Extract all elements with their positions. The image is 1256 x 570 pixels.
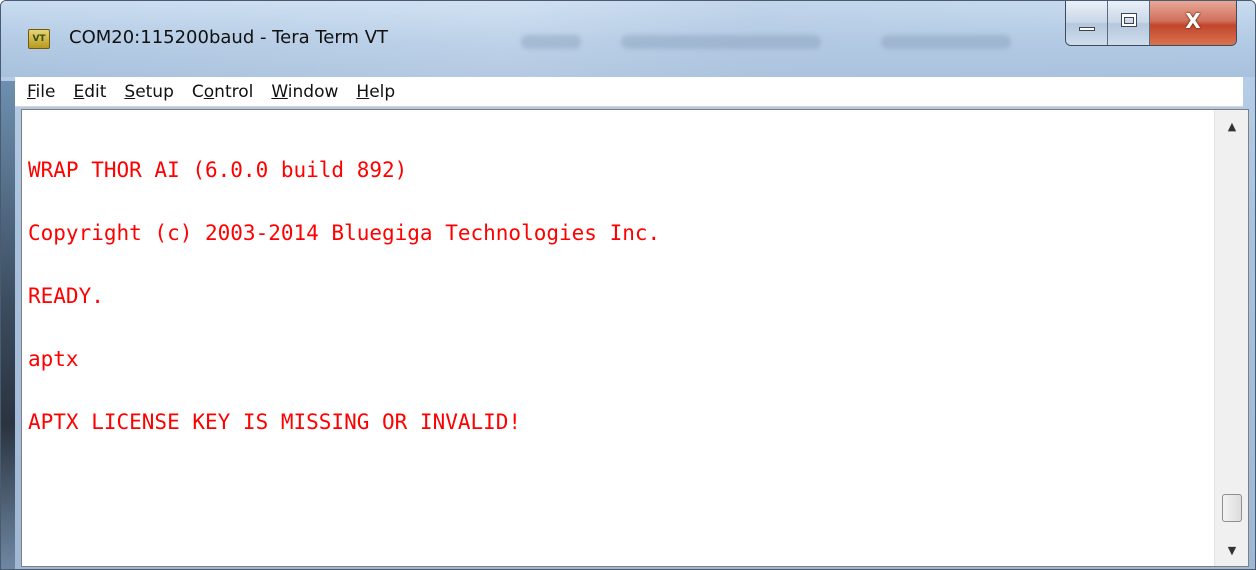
terminal-line: WRAP THOR AI (6.0.0 build 892) xyxy=(28,158,408,182)
background-blur xyxy=(521,35,581,49)
menu-control[interactable]: Control xyxy=(192,82,253,102)
menu-file[interactable]: File xyxy=(27,82,55,102)
maximize-icon xyxy=(1121,13,1137,27)
menu-window[interactable]: Window xyxy=(271,82,338,102)
scrollbar-thumb[interactable] xyxy=(1222,494,1242,522)
vertical-scrollbar[interactable]: ▲ ▼ xyxy=(1214,110,1248,566)
menu-control-prefix: C xyxy=(191,81,204,102)
menu-help-label: elp xyxy=(369,81,396,102)
menu-control-label: ntrol xyxy=(214,81,254,102)
menu-window-accelerator: W xyxy=(271,81,288,102)
scroll-down-button[interactable]: ▼ xyxy=(1215,534,1249,566)
terminal-line: READY. xyxy=(28,284,104,308)
scroll-up-button[interactable]: ▲ xyxy=(1215,110,1249,142)
menu-setup[interactable]: Setup xyxy=(124,82,174,102)
window-title: COM20:115200baud - Tera Term VT xyxy=(69,27,388,48)
minimize-button[interactable] xyxy=(1066,1,1108,45)
terminal-line: aptx xyxy=(28,347,79,371)
scroll-down-arrow-icon: ▼ xyxy=(1227,543,1237,557)
menu-setup-label: etup xyxy=(135,81,174,102)
close-button[interactable]: X xyxy=(1150,1,1236,45)
menu-help-accelerator: H xyxy=(356,81,370,102)
menu-control-accelerator: o xyxy=(203,81,215,102)
menu-setup-accelerator: S xyxy=(124,81,136,102)
terminal-line: Copyright (c) 2003-2014 Bluegiga Technol… xyxy=(28,221,661,245)
window-controls: X xyxy=(1065,1,1237,46)
menu-edit-accelerator: E xyxy=(73,81,85,102)
minimize-icon xyxy=(1079,27,1095,31)
menu-file-label: ile xyxy=(35,81,56,102)
menu-file-accelerator: F xyxy=(27,81,36,102)
background-blur xyxy=(621,35,821,49)
menu-bar: File Edit Setup Control Window Help xyxy=(15,77,1243,107)
desktop-background xyxy=(1,81,15,569)
menu-help[interactable]: Help xyxy=(356,82,395,102)
close-icon: X xyxy=(1185,9,1201,33)
scroll-up-arrow-icon: ▲ xyxy=(1227,119,1237,133)
maximize-button[interactable] xyxy=(1108,1,1150,45)
title-bar[interactable]: VT COM20:115200baud - Tera Term VT X xyxy=(1,1,1255,77)
terminal-window: VT COM20:115200baud - Tera Term VT X Fil… xyxy=(0,0,1256,570)
terminal-line: APTX LICENSE KEY IS MISSING OR INVALID! xyxy=(28,410,522,434)
menu-edit[interactable]: Edit xyxy=(73,82,106,102)
terminal-client-area[interactable]: WRAP THOR AI (6.0.0 build 892) Copyright… xyxy=(21,109,1249,567)
background-blur xyxy=(881,35,1011,49)
menu-window-label: indow xyxy=(287,81,339,102)
tera-term-icon[interactable]: VT xyxy=(28,29,50,49)
menu-edit-label: dit xyxy=(84,81,107,102)
terminal-output[interactable]: WRAP THOR AI (6.0.0 build 892) Copyright… xyxy=(28,118,1208,558)
